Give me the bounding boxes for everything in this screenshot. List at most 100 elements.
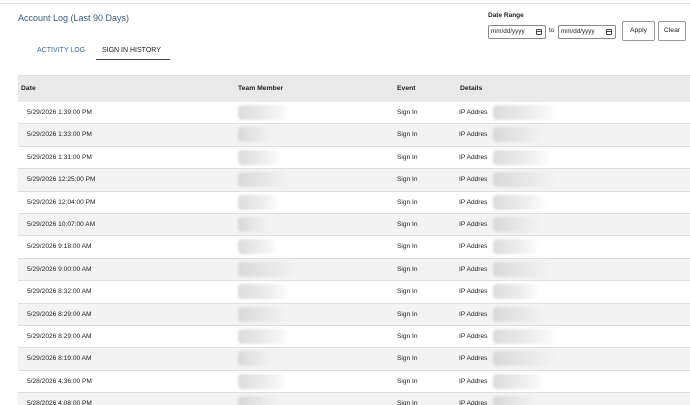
table-row: 5/28/2026 4:08:00 PM Sign In IP Addres — [18, 393, 690, 405]
cell-details: IP Addres — [459, 265, 488, 273]
redacted-ip-address — [493, 373, 543, 389]
redacted-team-member — [238, 373, 286, 389]
redacted-ip-address — [493, 216, 539, 232]
calendar-icon[interactable] — [606, 29, 612, 35]
cell-event: Sign In — [397, 265, 418, 273]
redacted-team-member — [238, 149, 280, 165]
table-header: Date Team Member Event Details — [18, 75, 690, 102]
redacted-ip-address — [493, 328, 555, 344]
table-row: 5/29/2026 1:33:00 PM Sign In IP Addres — [18, 124, 690, 147]
redacted-ip-address — [493, 127, 543, 143]
cell-event: Sign In — [397, 400, 418, 405]
redacted-team-member — [238, 194, 278, 210]
cell-date: 5/29/2026 12:25:00 PM — [27, 176, 96, 184]
cell-event: Sign In — [397, 377, 418, 385]
table-row: 5/29/2026 1:31:00 PM Sign In IP Addres — [18, 147, 690, 170]
redacted-team-member — [238, 261, 296, 277]
table-row: 5/29/2026 8:29:00 AM Sign In IP Addres — [18, 326, 690, 349]
clear-button[interactable]: Clear — [658, 21, 686, 41]
date-range-label: Date Range — [488, 12, 524, 19]
log-tabs: ACTIVITY LOG SIGN IN HISTORY — [28, 44, 170, 61]
cell-event: Sign In — [397, 355, 418, 363]
cell-date: 5/29/2026 8:29:00 AM — [27, 310, 92, 318]
cell-details: IP Addres — [459, 355, 488, 363]
cell-details: IP Addres — [459, 153, 488, 161]
page-title: Account Log (Last 90 Days) — [18, 13, 130, 23]
redacted-ip-address — [493, 306, 543, 322]
cell-date: 5/28/2026 4:36:00 PM — [27, 377, 92, 385]
redacted-ip-address — [493, 105, 555, 120]
cell-date: 5/29/2026 10:07:00 AM — [27, 220, 96, 228]
cell-details: IP Addres — [459, 310, 488, 318]
redacted-team-member — [238, 396, 278, 405]
table-row: 5/29/2026 9:18:00 AM Sign In IP Addres — [18, 236, 690, 259]
cell-details: IP Addres — [459, 198, 488, 206]
table-row: 5/29/2026 8:32:00 AM Sign In IP Addres — [18, 281, 690, 304]
cell-details: IP Addres — [459, 131, 488, 139]
sign-in-history-table: Date Team Member Event Details 5/29/2026… — [18, 75, 690, 405]
date-from-placeholder: mm/dd/yyyy — [491, 28, 525, 35]
date-to-input[interactable]: mm/dd/yyyy — [558, 25, 616, 39]
date-range-filter: Date Range mm/dd/yyyy to mm/dd/yyyy — [488, 12, 616, 39]
redacted-team-member — [238, 328, 288, 344]
redacted-team-member — [238, 284, 288, 300]
cell-date: 5/28/2026 4:08:00 PM — [27, 400, 92, 405]
date-to-label: to — [549, 27, 555, 34]
cell-details: IP Addres — [459, 332, 488, 340]
cell-event: Sign In — [397, 288, 418, 296]
cell-date: 5/29/2026 8:29:00 AM — [27, 332, 92, 340]
calendar-icon[interactable] — [536, 29, 542, 35]
table-body: 5/29/2026 1:39:00 PM Sign In IP Addres 5/29… — [18, 102, 690, 405]
redacted-team-member — [238, 239, 276, 255]
redacted-ip-address — [493, 351, 555, 367]
cell-date: 5/29/2026 8:19:00 AM — [27, 355, 92, 363]
cell-date: 5/29/2026 9:18:00 AM — [27, 243, 92, 251]
cell-event: Sign In — [397, 176, 418, 184]
cell-date: 5/29/2026 1:33:00 PM — [27, 131, 92, 139]
date-to-placeholder: mm/dd/yyyy — [561, 28, 595, 35]
table-row: 5/29/2026 9:00:00 AM Sign In IP Addres — [18, 258, 690, 282]
redacted-ip-address — [493, 149, 549, 165]
top-border — [0, 0, 690, 4]
column-header-event[interactable]: Event — [397, 85, 416, 92]
column-header-team-member[interactable]: Team Member — [238, 85, 283, 92]
cell-date: 5/29/2026 1:39:00 PM — [27, 109, 92, 116]
apply-button[interactable]: Apply — [622, 21, 655, 41]
redacted-ip-address — [493, 194, 545, 210]
column-header-date[interactable]: Date — [21, 85, 36, 92]
column-header-details[interactable]: Details — [460, 85, 482, 92]
cell-event: Sign In — [397, 198, 418, 206]
date-from-input[interactable]: mm/dd/yyyy — [488, 25, 546, 39]
redacted-ip-address — [493, 172, 555, 188]
redacted-ip-address — [493, 284, 539, 300]
cell-date: 5/29/2026 8:32:00 AM — [27, 288, 92, 296]
cell-event: Sign In — [397, 131, 418, 139]
cell-details: IP Addres — [459, 176, 488, 184]
cell-date: 5/29/2026 1:31:00 PM — [27, 153, 92, 161]
cell-event: Sign In — [397, 243, 418, 251]
redacted-team-member — [238, 105, 288, 120]
cell-event: Sign In — [397, 109, 418, 116]
cell-event: Sign In — [397, 332, 418, 340]
redacted-team-member — [238, 216, 268, 232]
tab-sign-in-history[interactable]: SIGN IN HISTORY — [96, 44, 170, 60]
cell-event: Sign In — [397, 310, 418, 318]
table-row: 5/28/2026 4:36:00 PM Sign In IP Addres — [18, 371, 690, 394]
cell-date: 5/29/2026 12:04:00 PM — [27, 198, 96, 206]
redacted-ip-address — [493, 396, 537, 405]
cell-details: IP Addres — [459, 377, 488, 385]
redacted-team-member — [238, 306, 286, 322]
redacted-team-member — [238, 127, 270, 143]
table-row: 5/29/2026 10:07:00 AM Sign In IP Addres — [18, 213, 690, 237]
cell-event: Sign In — [397, 220, 418, 228]
cell-details: IP Addres — [459, 400, 488, 405]
cell-event: Sign In — [397, 153, 418, 161]
table-row: 5/29/2026 8:29:00 AM Sign In IP Addres — [18, 303, 690, 326]
table-row: 5/29/2026 12:04:00 PM Sign In IP Addres — [18, 192, 690, 214]
table-row: 5/29/2026 1:39:00 PM Sign In IP Addres — [18, 102, 690, 125]
redacted-team-member — [238, 172, 288, 188]
cell-details: IP Addres — [459, 220, 488, 228]
table-row: 5/29/2026 8:19:00 AM Sign In IP Addres — [18, 348, 690, 371]
cell-details: IP Addres — [459, 288, 488, 296]
tab-activity-log[interactable]: ACTIVITY LOG — [28, 44, 96, 60]
